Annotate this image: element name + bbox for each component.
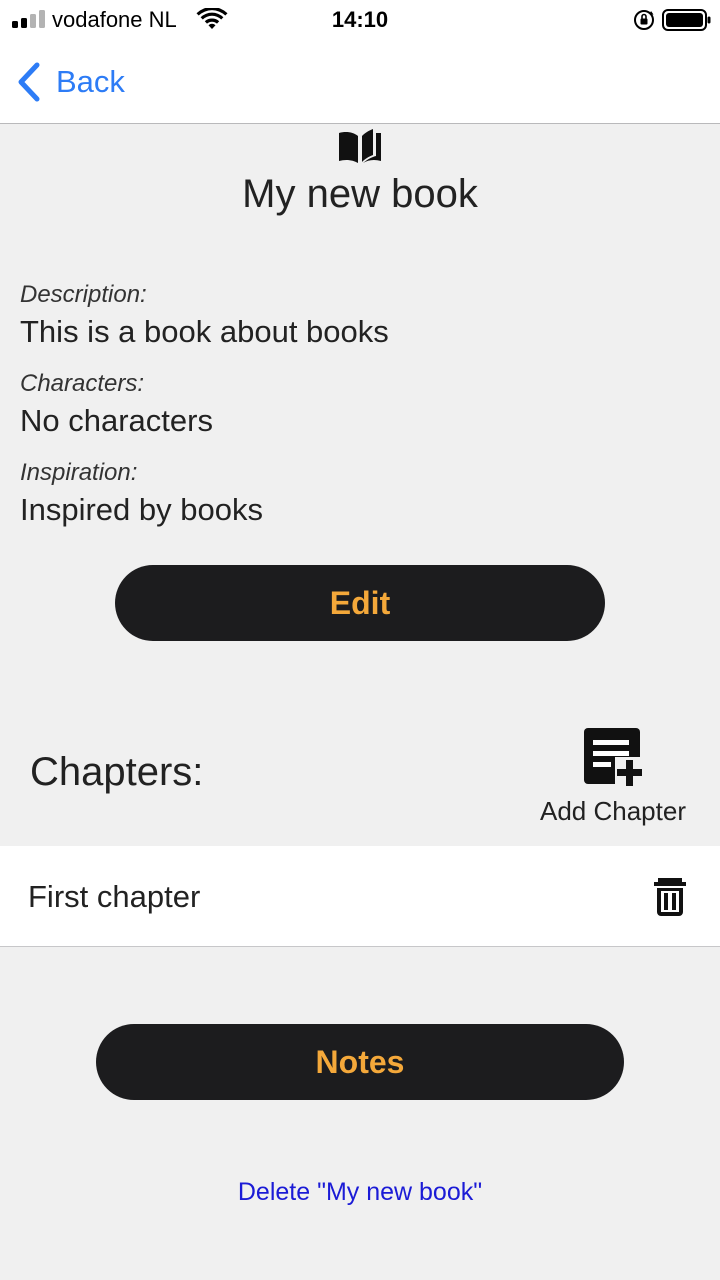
characters-value: No characters [20, 403, 213, 438]
status-time: 14:10 [331, 7, 389, 32]
edit-button-label: Edit [329, 584, 391, 621]
add-chapter-button[interactable]: Add Chapter [528, 724, 698, 832]
chapter-title: First chapter [28, 879, 201, 914]
add-chapter-label: Add Chapter [540, 796, 686, 826]
delete-book-link[interactable]: Delete "My new book" [0, 1178, 720, 1207]
description-value: This is a book about books [20, 314, 389, 349]
edit-button[interactable]: Edit [115, 565, 605, 641]
navigation-bar: Back [0, 40, 720, 124]
status-bar: vodafone NL 14:10 [0, 0, 720, 40]
note-add-icon [584, 728, 646, 788]
trash-icon[interactable] [652, 878, 688, 916]
battery-icon [662, 9, 711, 31]
notes-button[interactable]: Notes [96, 1024, 624, 1100]
open-book-icon [339, 129, 381, 163]
back-button[interactable]: Back [16, 60, 125, 104]
inspiration-label: Inspiration: [20, 459, 138, 486]
notes-button-label: Notes [315, 1043, 405, 1080]
orientation-lock-icon [634, 10, 654, 30]
chapters-heading: Chapters: [30, 750, 204, 794]
inspiration-value: Inspired by books [20, 492, 263, 527]
characters-label: Characters: [20, 370, 145, 397]
chapter-list-item[interactable]: First chapter [0, 846, 720, 947]
book-title: My new book [242, 172, 478, 216]
back-label: Back [56, 64, 125, 99]
chevron-left-icon [18, 62, 40, 102]
description-label: Description: [20, 281, 147, 308]
